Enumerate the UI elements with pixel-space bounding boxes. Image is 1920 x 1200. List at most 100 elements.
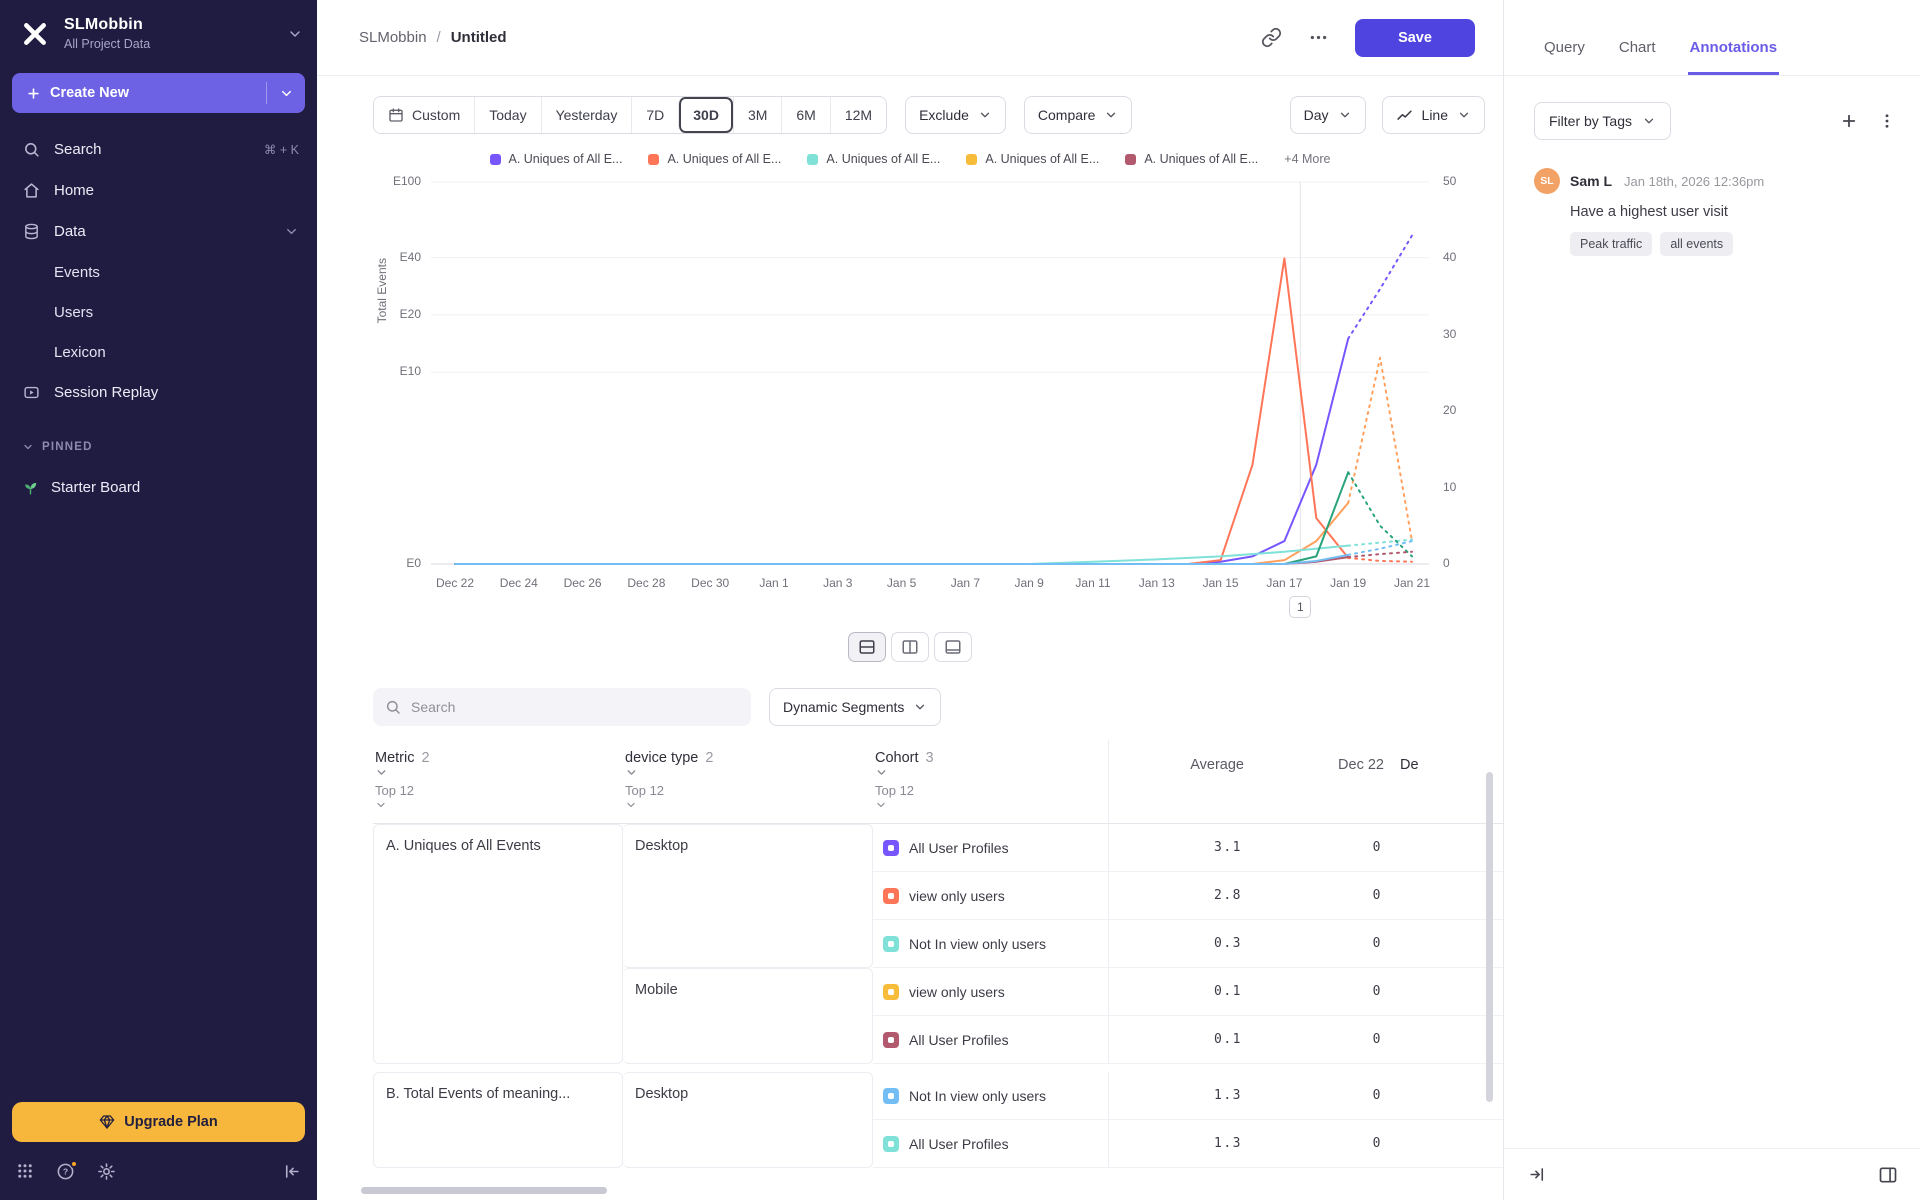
cohort-cell[interactable]: All User Profiles — [873, 1120, 1108, 1168]
annotations-more-icon[interactable] — [1878, 112, 1896, 130]
range-7d-button[interactable]: 7D — [631, 97, 678, 133]
device-cell[interactable]: Desktop — [623, 1072, 873, 1168]
search-icon — [22, 141, 41, 158]
chart-type-dropdown[interactable]: Line — [1382, 96, 1485, 134]
help-icon[interactable]: ? — [56, 1162, 75, 1181]
table-row[interactable]: B. Total Events of meaning... Desktop No… — [373, 1072, 1503, 1120]
sidebar-item-session-replay[interactable]: Session Replay — [0, 372, 317, 413]
vertical-scrollbar[interactable] — [1486, 772, 1493, 1102]
chevron-down-icon — [625, 766, 861, 779]
cohort-cell[interactable]: view only users — [873, 968, 1108, 1016]
breadcrumb-workspace[interactable]: SLMobbin — [359, 29, 427, 46]
pinned-section-toggle[interactable]: PINNED — [0, 441, 317, 453]
compare-dropdown[interactable]: Compare — [1024, 96, 1133, 134]
legend-item[interactable]: A. Uniques of All E... — [490, 152, 623, 166]
column-header-average[interactable]: Average — [1108, 740, 1258, 781]
more-options-icon[interactable] — [1308, 27, 1329, 48]
sidebar-item-lexicon[interactable]: Lexicon — [0, 332, 317, 372]
annotation-item[interactable]: SL Sam L Jan 18th, 2026 12:36pm Have a h… — [1504, 140, 1920, 256]
line-chart[interactable]: Total Events 1 E100E40E20E10E05040302010… — [373, 172, 1488, 624]
tab-chart[interactable]: Chart — [1617, 39, 1658, 75]
device-top-filter[interactable]: Top 12 — [623, 781, 873, 824]
cohort-cell[interactable]: Not In view only users — [873, 920, 1108, 968]
breadcrumb-page-title[interactable]: Untitled — [451, 29, 507, 46]
series-color-swatch — [883, 888, 899, 904]
dynamic-segments-label: Dynamic Segments — [783, 699, 904, 715]
column-header-dec22[interactable]: Dec 22 — [1258, 740, 1398, 781]
workspace-switcher[interactable]: SLMobbin All Project Data — [0, 0, 317, 61]
workspace-info: SLMobbin All Project Data — [64, 16, 275, 51]
range-yesterday-button[interactable]: Yesterday — [541, 97, 632, 133]
legend-item[interactable]: A. Uniques of All E... — [648, 152, 781, 166]
expand-panel-icon[interactable] — [1528, 1165, 1547, 1184]
legend-label: A. Uniques of All E... — [826, 152, 940, 166]
annotation-tag[interactable]: Peak traffic — [1570, 232, 1652, 256]
cohort-cell[interactable]: view only users — [873, 872, 1108, 920]
x-axis-tick: Jan 1 — [744, 576, 804, 590]
exclude-dropdown[interactable]: Exclude — [905, 96, 1006, 134]
save-button[interactable]: Save — [1355, 19, 1475, 57]
create-new-dropdown[interactable] — [267, 73, 305, 113]
filter-by-tags-dropdown[interactable]: Filter by Tags — [1534, 102, 1671, 140]
annotation-timestamp: Jan 18th, 2026 12:36pm — [1624, 174, 1764, 189]
metric-cell[interactable]: B. Total Events of meaning... — [373, 1072, 623, 1168]
legend-item[interactable]: A. Uniques of All E... — [966, 152, 1099, 166]
cohort-cell[interactable]: Not In view only users — [873, 1072, 1108, 1120]
sidebar-item-data[interactable]: Data — [0, 211, 317, 252]
add-annotation-button[interactable] — [1840, 112, 1858, 130]
upgrade-plan-button[interactable]: Upgrade Plan — [12, 1102, 305, 1142]
sidebar-item-label: Starter Board — [51, 479, 140, 496]
range-6m-button[interactable]: 6M — [781, 97, 829, 133]
metric-cell[interactable]: A. Uniques of All Events — [373, 824, 623, 1064]
annotation-tag[interactable]: all events — [1660, 232, 1733, 256]
range-today-button[interactable]: Today — [474, 97, 540, 133]
sidebar-footer: ? — [0, 1150, 317, 1200]
segment-controls: Dynamic Segments — [373, 688, 1503, 726]
tab-query[interactable]: Query — [1542, 39, 1587, 75]
layout-split-horizontal-button[interactable] — [848, 632, 886, 662]
column-header-device-type[interactable]: device type2 — [623, 740, 873, 781]
gear-icon[interactable] — [97, 1162, 116, 1181]
segment-search[interactable] — [373, 688, 751, 726]
range-custom-button[interactable]: Custom — [374, 97, 474, 133]
column-header-cohort[interactable]: Cohort3 — [873, 740, 1108, 781]
sidebar-item-events[interactable]: Events — [0, 252, 317, 292]
collapse-sidebar-icon[interactable] — [282, 1162, 301, 1181]
table-row[interactable]: A. Uniques of All Events Desktop All Use… — [373, 824, 1503, 872]
toggle-side-panel-icon[interactable] — [1878, 1165, 1898, 1185]
apps-grid-icon[interactable] — [16, 1162, 34, 1180]
sidebar-item-starter-board[interactable]: Starter Board — [0, 467, 317, 507]
range-3m-button[interactable]: 3M — [733, 97, 781, 133]
metric-top-filter[interactable]: Top 12 — [373, 781, 623, 824]
create-new-button[interactable]: Create New — [12, 73, 305, 113]
device-cell[interactable]: Mobile — [623, 968, 873, 1064]
y-axis-left-tick: E0 — [373, 556, 421, 570]
y-axis-left-tick: E20 — [373, 307, 421, 321]
cohort-top-filter[interactable]: Top 12 — [873, 781, 1108, 824]
layout-chart-only-button[interactable] — [934, 632, 972, 662]
tab-annotations[interactable]: Annotations — [1688, 39, 1780, 75]
sidebar-item-users[interactable]: Users — [0, 292, 317, 332]
legend-item[interactable]: A. Uniques of All E... — [1125, 152, 1258, 166]
dynamic-segments-dropdown[interactable]: Dynamic Segments — [769, 688, 941, 726]
legend-swatch-icon — [966, 154, 977, 165]
sidebar-item-search[interactable]: Search ⌘ + K — [0, 129, 317, 170]
interval-dropdown[interactable]: Day — [1290, 96, 1366, 134]
range-30d-button[interactable]: 30D — [678, 97, 733, 133]
sidebar-item-home[interactable]: Home — [0, 170, 317, 211]
range-12m-button[interactable]: 12M — [830, 97, 886, 133]
horizontal-scrollbar[interactable] — [361, 1187, 607, 1194]
cohort-cell[interactable]: All User Profiles — [873, 1016, 1108, 1064]
layout-split-vertical-button[interactable] — [891, 632, 929, 662]
share-link-icon[interactable] — [1261, 27, 1282, 48]
cohort-label: All User Profiles — [909, 1136, 1009, 1152]
y-axis-right-tick: 10 — [1443, 480, 1456, 494]
dec22-value: 0 — [1258, 1120, 1398, 1168]
segment-search-input[interactable] — [411, 699, 739, 715]
cohort-cell[interactable]: All User Profiles — [873, 824, 1108, 872]
annotation-marker-badge[interactable]: 1 — [1289, 596, 1311, 618]
column-header-metric[interactable]: Metric2 — [373, 740, 623, 781]
legend-more-button[interactable]: +4 More — [1284, 152, 1330, 166]
device-cell[interactable]: Desktop — [623, 824, 873, 968]
legend-item[interactable]: A. Uniques of All E... — [807, 152, 940, 166]
